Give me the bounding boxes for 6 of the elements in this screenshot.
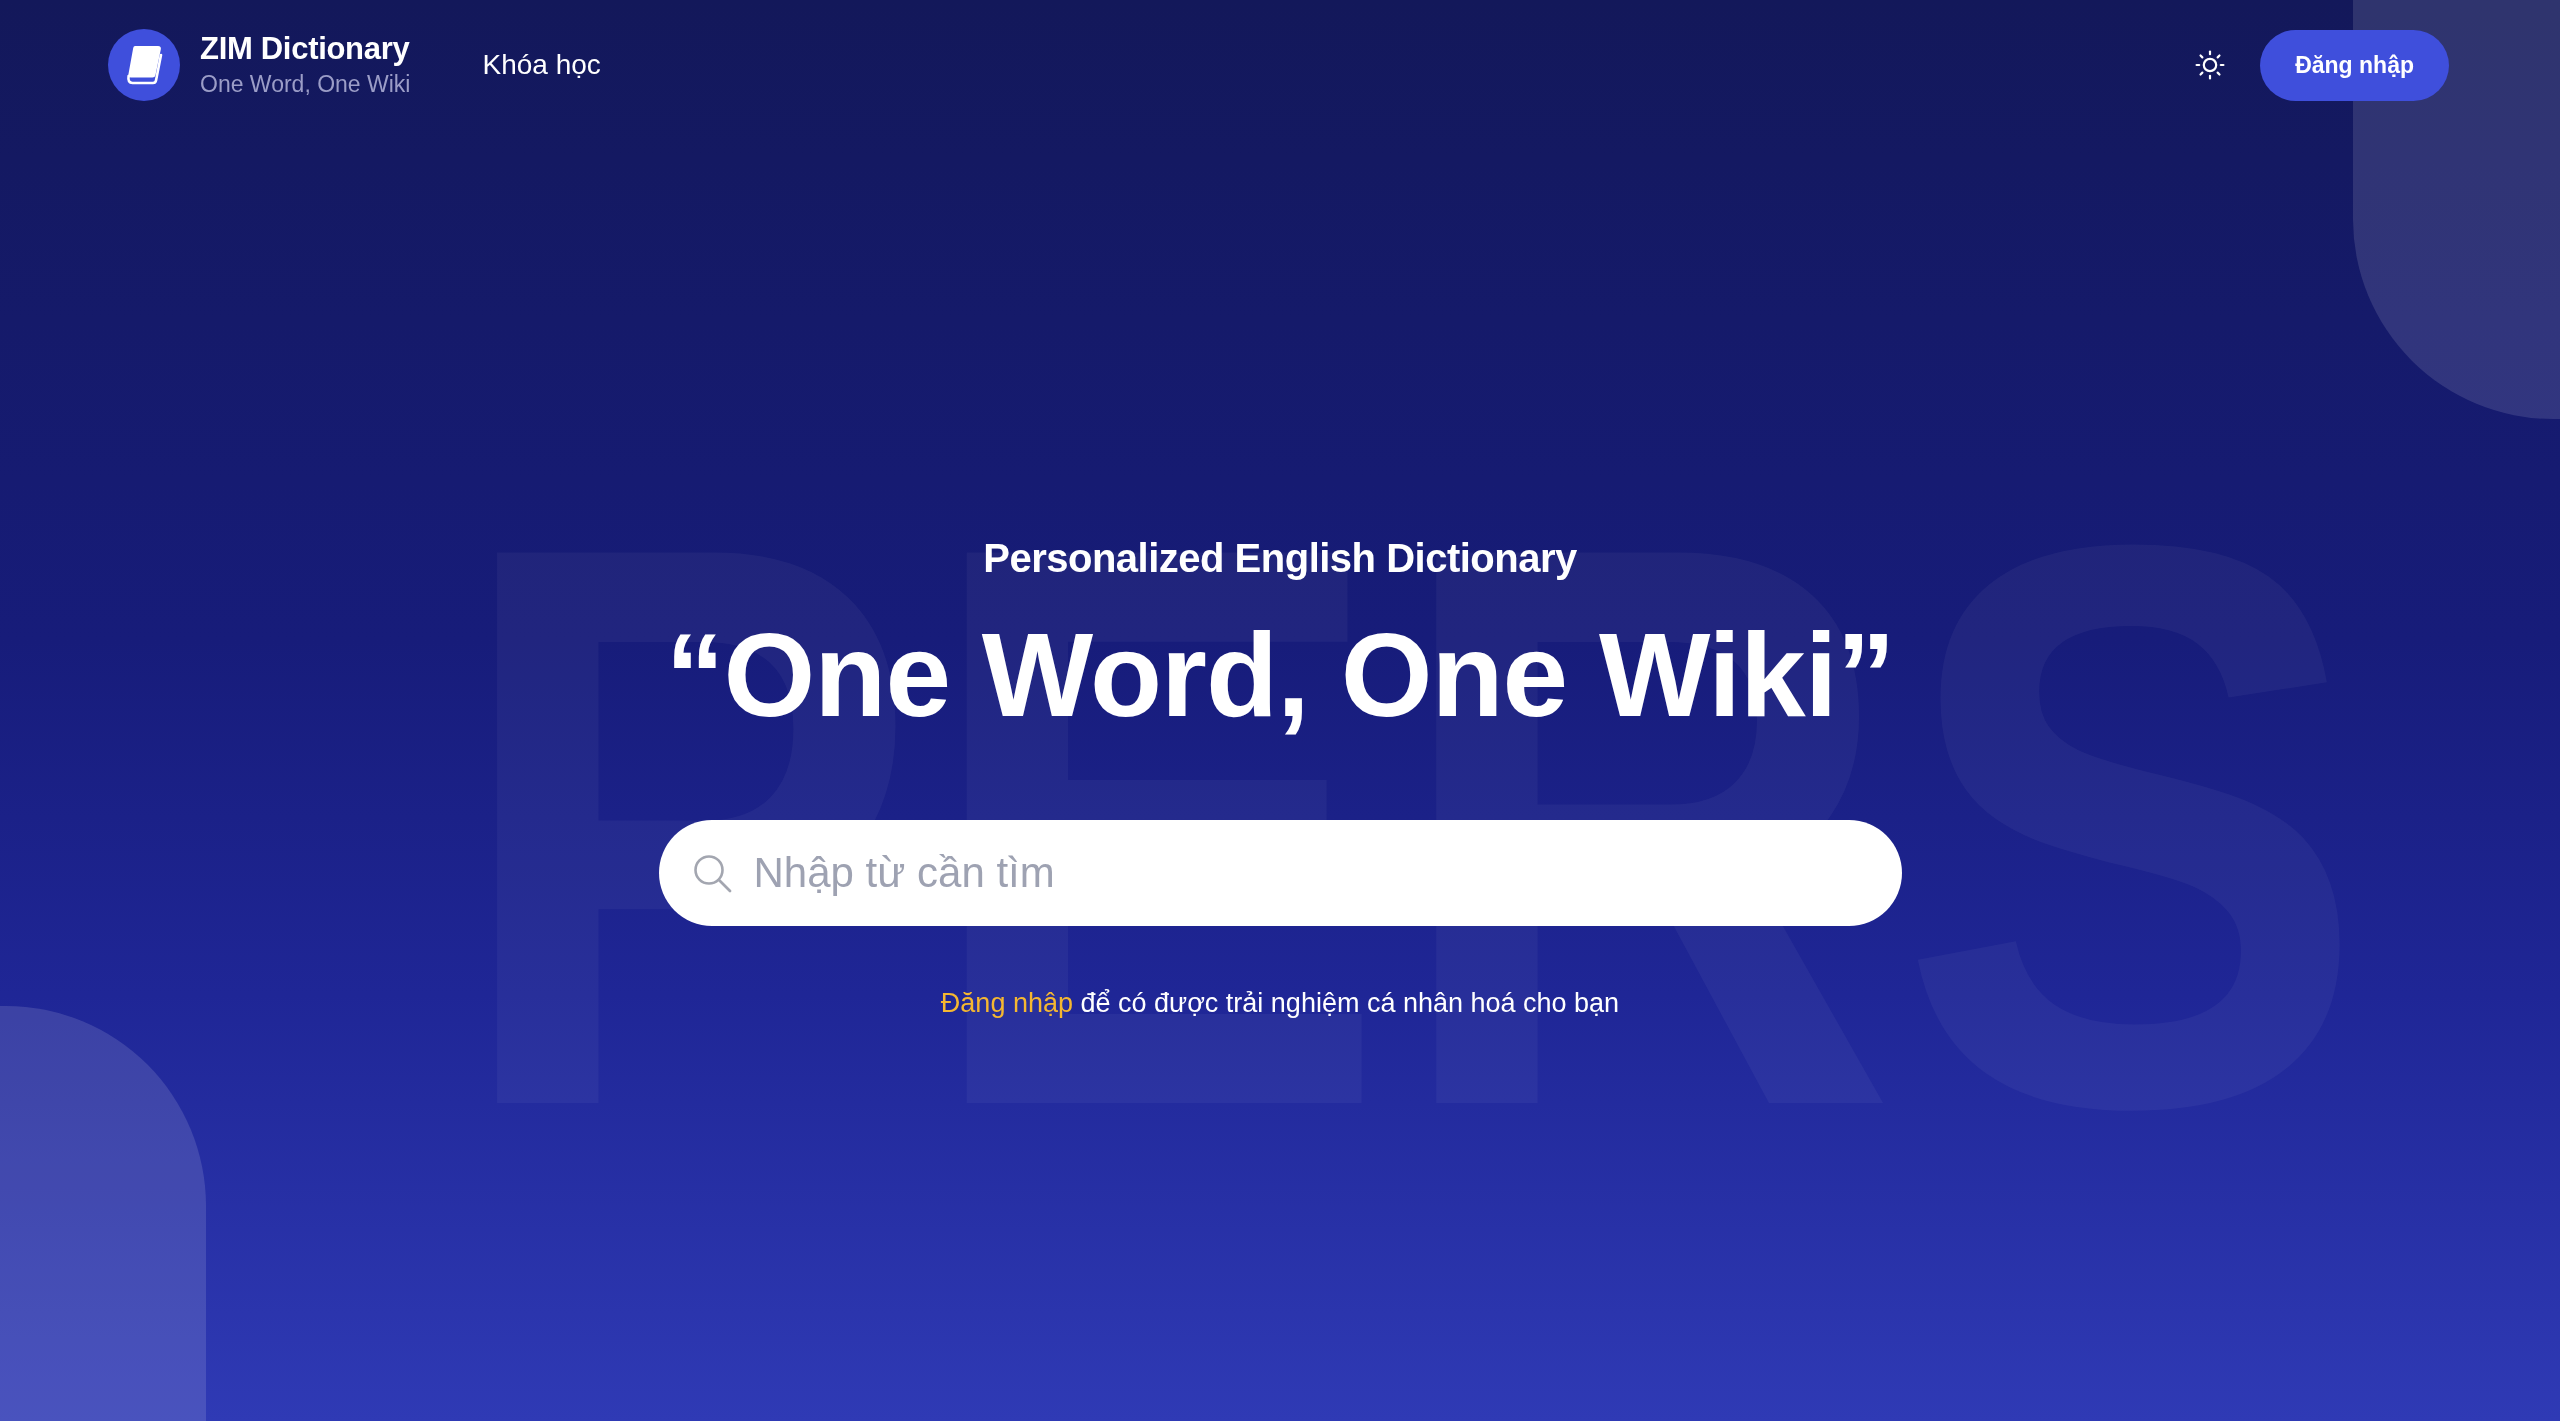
login-button[interactable]: Đăng nhập: [2260, 29, 2449, 101]
book-logo-icon[interactable]: [108, 29, 180, 101]
site-tagline: One Word, One Wiki: [200, 71, 411, 99]
site-title: ZIM Dictionary: [200, 31, 411, 67]
sun-icon[interactable]: [2195, 50, 2226, 80]
nav-link[interactable]: Khóa học: [482, 49, 601, 81]
